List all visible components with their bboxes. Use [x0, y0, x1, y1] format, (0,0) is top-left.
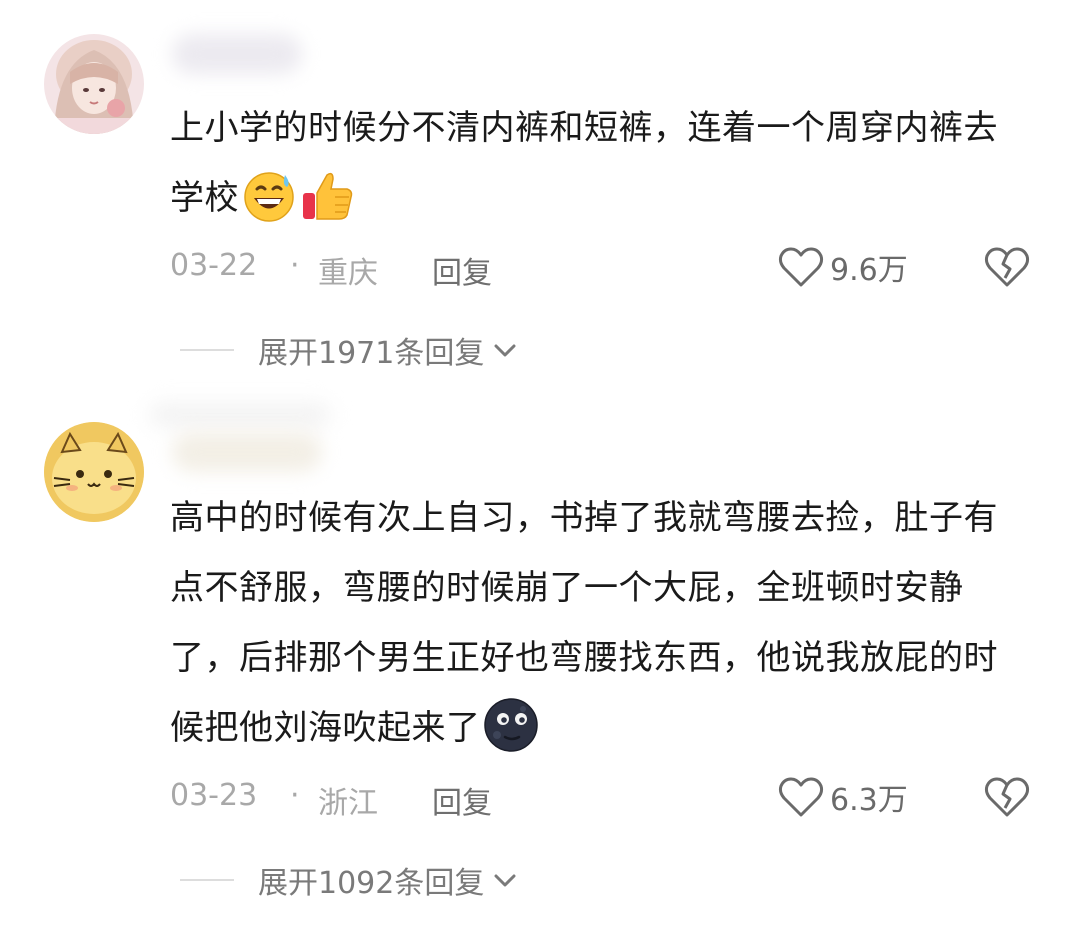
like-button[interactable]: 9.6万 — [778, 244, 908, 290]
cat-face-avatar-image — [44, 422, 144, 522]
reply-button[interactable]: 回复 — [432, 248, 492, 292]
comment-meta: 03-22 · 重庆 回复 9.6万 — [170, 246, 1030, 291]
expand-replies-button[interactable]: 展开1092条回复 — [180, 860, 520, 901]
new-moon-face-icon — [483, 698, 538, 752]
comment-item: 高中的时候有次上自习，书掉了我就弯腰去捡，肚子有点不舒服，弯腰的时候崩了一个大屁… — [0, 400, 1080, 931]
thumbs-up-icon — [303, 172, 353, 220]
comment-body: 高中的时候有次上自习，书掉了我就弯腰去捡，肚子有点不舒服，弯腰的时候崩了一个大屁… — [170, 498, 998, 748]
blurred-region — [150, 404, 330, 426]
username-blurred[interactable] — [172, 432, 322, 472]
comment-item: 上小学的时候分不清内裤和短裤，连着一个周穿内裤去学校 03-22 · 重庆 回复… — [0, 0, 1080, 400]
grinning-sweat-face-icon — [244, 172, 294, 222]
expand-line-divider — [180, 879, 234, 881]
heart-outline-icon — [778, 777, 824, 817]
comment-date: 03-22 — [170, 248, 258, 283]
meta-separator: · — [290, 248, 300, 283]
reply-button[interactable]: 回复 — [432, 778, 492, 822]
expand-replies-label: 展开1971条回复 — [258, 336, 485, 371]
comment-meta: 03-23 · 浙江 回复 6.3万 — [170, 776, 1030, 821]
comment-location: 重庆 — [318, 256, 378, 291]
avatar-image — [44, 34, 144, 134]
expand-replies-label: 展开1092条回复 — [258, 866, 485, 901]
broken-heart-icon[interactable] — [984, 246, 1030, 288]
username-blurred[interactable] — [172, 34, 302, 74]
like-count: 6.3万 — [830, 783, 908, 818]
expand-line-divider — [180, 349, 234, 351]
comment-text: 上小学的时候分不清内裤和短裤，连着一个周穿内裤去学校 — [170, 93, 1030, 233]
chevron-down-icon — [494, 344, 516, 357]
comment-text: 高中的时候有次上自习，书掉了我就弯腰去捡，肚子有点不舒服，弯腰的时候崩了一个大屁… — [170, 483, 1030, 763]
expand-replies-button[interactable]: 展开1971条回复 — [180, 330, 520, 371]
chevron-down-icon — [494, 874, 516, 887]
comment-date: 03-23 — [170, 778, 258, 813]
meta-separator: · — [290, 778, 300, 813]
avatar[interactable] — [44, 422, 144, 522]
comment-location: 浙江 — [318, 786, 378, 821]
heart-outline-icon — [778, 247, 824, 287]
like-count: 9.6万 — [830, 253, 908, 288]
avatar[interactable] — [44, 34, 144, 134]
like-button[interactable]: 6.3万 — [778, 774, 908, 820]
broken-heart-icon[interactable] — [984, 776, 1030, 818]
